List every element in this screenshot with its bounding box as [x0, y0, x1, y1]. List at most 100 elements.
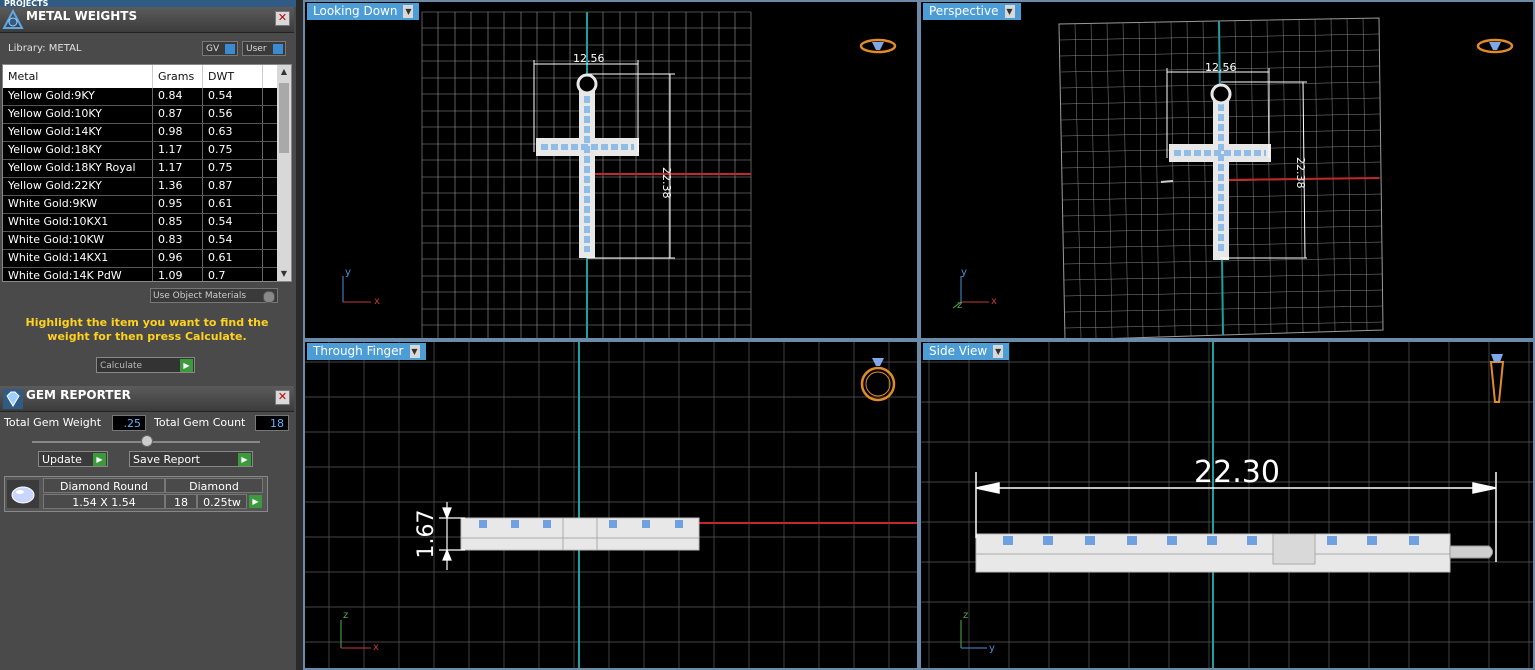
axis-y-label: y	[989, 643, 995, 654]
save-report-label: Save Report	[133, 453, 200, 466]
gem-count: 18	[165, 494, 197, 509]
dimension-lines	[533, 60, 675, 259]
metal-name-cell: Yellow Gold:18KY Royal	[3, 160, 153, 177]
dwt-cell: 0.75	[203, 142, 263, 159]
gem-slider-knob[interactable]	[141, 435, 153, 447]
gem-go-icon[interactable]: ▶	[249, 495, 262, 508]
persp-marker	[1160, 180, 1174, 183]
diamond-round-icon	[7, 480, 39, 508]
chevron-down-icon: ▼	[993, 345, 1004, 358]
viewport-menu-through-finger[interactable]: Through Finger ▼	[307, 343, 426, 360]
axis-indicator	[960, 620, 987, 649]
table-row[interactable]: Yellow Gold:18KY 1.17 0.75	[3, 142, 291, 160]
user-label: User	[246, 44, 267, 54]
viewport-perspective[interactable]: 12.56 22.38 y x z Perspective ▼	[919, 0, 1535, 340]
perspective-canvas: 12.56 22.38 y x z	[952, 17, 1514, 338]
dwt-cell: 0.54	[203, 88, 263, 105]
calculate-button[interactable]: Calculate ▶	[96, 357, 195, 373]
grams-cell: 0.95	[153, 196, 203, 213]
viewport-label: Side View	[929, 344, 988, 358]
total-gem-weight-label: Total Gem Weight	[4, 416, 102, 429]
table-row[interactable]: Yellow Gold:22KY 1.36 0.87	[3, 178, 291, 196]
viewport-label: Perspective	[929, 4, 999, 18]
col-dwt[interactable]: DWT	[203, 65, 263, 88]
grams-cell: 0.83	[153, 232, 203, 249]
grams-cell: 1.17	[153, 142, 203, 159]
total-gem-weight-value: .25	[112, 415, 146, 431]
table-row[interactable]: White Gold:14KX1 0.96 0.61	[3, 250, 291, 268]
scroll-up-icon[interactable]: ▲	[277, 65, 291, 79]
gv-toggle[interactable]: GV	[202, 41, 238, 56]
table-row[interactable]: White Gold:10KX1 0.85 0.54	[3, 214, 291, 232]
axis-z-label: z	[957, 300, 962, 311]
table-scrollbar[interactable]: ▲ ▼	[277, 65, 291, 281]
scroll-thumb[interactable]	[279, 83, 289, 153]
cross-pendant-perspective	[1169, 83, 1271, 260]
table-row[interactable]: White Gold:9KW 0.95 0.61	[3, 196, 291, 214]
viewport-menu-perspective[interactable]: Perspective ▼	[923, 3, 1021, 20]
axis-indicator	[342, 276, 371, 303]
metal-weights-close-icon[interactable]: ✕	[275, 11, 290, 26]
dwt-cell: 0.54	[203, 232, 263, 249]
gem-entry[interactable]: Diamond Round Diamond 1.54 X 1.54 18 0.2…	[4, 476, 268, 512]
gem-reporter-title: GEM REPORTER	[26, 388, 131, 402]
viewport-side-view[interactable]: 22.30 z y Side View ▼	[919, 340, 1535, 670]
calculate-label: Calculate	[100, 361, 143, 371]
dwt-cell: 0.75	[203, 160, 263, 177]
length-dim-label: 22.30	[1194, 455, 1280, 490]
persp-dim-height-label: 22.38	[1294, 157, 1307, 189]
left-panel: PROJECTS METAL WEIGHTS ✕ Library: METAL …	[0, 0, 296, 670]
save-report-button[interactable]: Save Report ▶	[129, 451, 253, 467]
viewport-menu-side-view[interactable]: Side View ▼	[923, 343, 1010, 360]
table-row[interactable]: Yellow Gold:18KY Royal 1.17 0.75	[3, 160, 291, 178]
projects-header[interactable]: PROJECTS	[0, 0, 296, 7]
gem-reporter-close-icon[interactable]: ✕	[275, 390, 290, 405]
grams-cell: 0.98	[153, 124, 203, 141]
viewport-looking-down[interactable]: 12.56 22.38 y x Looking Down ▼	[303, 0, 919, 340]
viewport-label: Looking Down	[313, 4, 398, 18]
viewport-through-finger[interactable]: 1.67 z x Through Finger ▼	[303, 340, 919, 670]
chevron-down-icon: ▼	[403, 5, 414, 18]
update-label: Update	[42, 453, 82, 466]
scroll-down-icon[interactable]: ▼	[277, 267, 291, 281]
panel-empty-area	[0, 516, 296, 670]
axis-x-label: x	[374, 296, 380, 307]
axis-x-label: x	[373, 642, 379, 653]
through-finger-canvas: 1.67 z x	[305, 342, 917, 668]
ring-view-icon	[859, 38, 897, 54]
panel-splitter[interactable]	[296, 0, 303, 670]
radio-icon	[263, 291, 275, 303]
metal-name-cell: Yellow Gold:22KY	[3, 178, 153, 195]
dwt-cell: 0.87	[203, 178, 263, 195]
table-header: Metal Grams DWT	[3, 65, 291, 88]
table-row[interactable]: White Gold:10KW 0.83 0.54	[3, 232, 291, 250]
ring-side-icon	[1489, 354, 1505, 403]
gv-label: GV	[206, 44, 220, 54]
metal-name-cell: Yellow Gold:9KY	[3, 88, 153, 105]
dwt-cell: 0.56	[203, 106, 263, 123]
table-row[interactable]: Yellow Gold:9KY 0.84 0.54	[3, 88, 291, 106]
dim-width-label: 12.56	[573, 52, 605, 65]
metal-name-cell: Yellow Gold:14KY	[3, 124, 153, 141]
axis-x-label: x	[991, 296, 997, 307]
col-grams[interactable]: Grams	[153, 65, 203, 88]
use-object-materials-toggle[interactable]: Use Object Materials	[150, 288, 278, 303]
use-object-materials-label: Use Object Materials	[153, 291, 247, 301]
metal-name-cell: White Gold:14KX1	[3, 250, 153, 267]
gem-type: Diamond	[165, 478, 263, 493]
metal-name-cell: White Gold:10KW	[3, 232, 153, 249]
table-row[interactable]: Yellow Gold:10KY 0.87 0.56	[3, 106, 291, 124]
update-button[interactable]: Update ▶	[38, 451, 108, 467]
table-row[interactable]: White Gold:14K PdW 1.09 0.7	[3, 268, 291, 281]
col-metal[interactable]: Metal	[3, 65, 153, 88]
gem-shape: Diamond Round	[43, 478, 165, 493]
metal-weights-table: Metal Grams DWT Yellow Gold:9KY 0.84 0.54 Y…	[2, 64, 292, 282]
grams-cell: 1.09	[153, 268, 203, 281]
dwt-cell: 0.7	[203, 268, 263, 281]
persp-dim-width-label: 12.56	[1205, 61, 1237, 74]
user-toggle[interactable]: User	[242, 41, 286, 56]
viewport-menu-looking-down[interactable]: Looking Down ▼	[307, 3, 420, 20]
metal-weights-header: METAL WEIGHTS ✕	[0, 7, 294, 33]
grams-cell: 0.85	[153, 214, 203, 231]
table-row[interactable]: Yellow Gold:14KY 0.98 0.63	[3, 124, 291, 142]
